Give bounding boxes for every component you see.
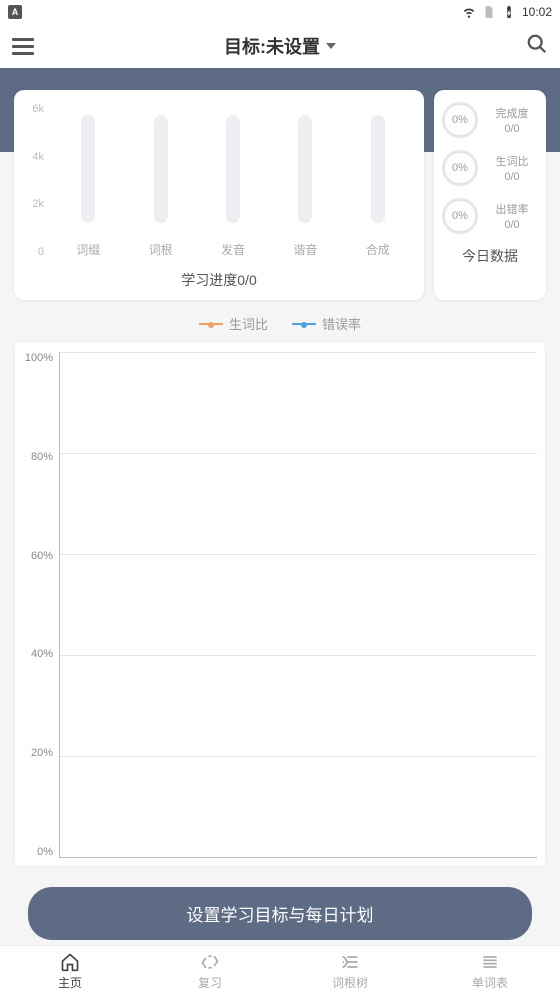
nav-roottree[interactable]: 词根树 [280,946,420,997]
bar-col: 发音 [197,115,269,258]
home-icon [60,952,80,972]
bar-col: 词根 [124,115,196,258]
line-chart-card: 100% 80% 60% 40% 20% 0% [14,341,546,867]
battery-icon [502,5,516,19]
legend-item-newword: 生词比 [199,314,268,333]
sim-icon [482,5,496,19]
app-header: 目标:未设置 [0,24,560,68]
search-icon [526,33,548,55]
set-goal-button[interactable]: 设置学习目标与每日计划 [28,887,532,940]
header-title-text: 目标:未设置 [224,33,320,59]
completion-pct: 0% [442,102,478,138]
status-time: 10:02 [522,5,552,19]
nav-home[interactable]: 主页 [0,946,140,997]
wifi-icon [462,5,476,19]
today-row-error: 0% 出错率 0/0 [442,198,538,234]
bar-chart: 词缀 词根 发音 谐音 合成 [48,104,418,258]
today-row-completion: 0% 完成度 0/0 [442,102,538,138]
legend-item-error: 错误率 [292,314,361,333]
bar-col: 词缀 [52,115,124,258]
tree-icon [340,952,360,972]
nav-review[interactable]: 复习 [140,946,280,997]
chart-legend: 生词比 错误率 [0,314,560,333]
bar-col: 合成 [342,115,414,258]
line-chart-yaxis: 100% 80% 60% 40% 20% 0% [23,352,59,858]
header-title-dropdown[interactable]: 目标:未设置 [224,33,336,59]
search-button[interactable] [526,33,548,60]
progress-card: 6k 4k 2k 0 词缀 词根 发音 谐音 合成 学习进度0/0 [14,90,424,300]
bar-chart-yaxis: 6k 4k 2k 0 [20,104,48,258]
recycle-icon [200,952,220,972]
progress-caption: 学习进度0/0 [20,270,418,290]
legend-swatch-orange [199,323,223,325]
keyboard-icon: A [8,5,22,19]
today-caption: 今日数据 [442,246,538,266]
nav-wordlist[interactable]: 单词表 [420,946,560,997]
today-row-newword: 0% 生词比 0/0 [442,150,538,186]
status-bar: A 10:02 [0,0,560,24]
line-chart-plot [59,352,537,858]
today-card: 0% 完成度 0/0 0% 生词比 0/0 0% 出错率 0/0 今日数据 [434,90,546,300]
chevron-down-icon [326,43,336,49]
bottom-nav: 主页 复习 词根树 单词表 [0,945,560,997]
bar-col: 谐音 [269,115,341,258]
menu-button[interactable] [12,32,40,60]
list-icon [480,952,500,972]
newword-pct: 0% [442,150,478,186]
error-pct: 0% [442,198,478,234]
legend-swatch-blue [292,323,316,325]
